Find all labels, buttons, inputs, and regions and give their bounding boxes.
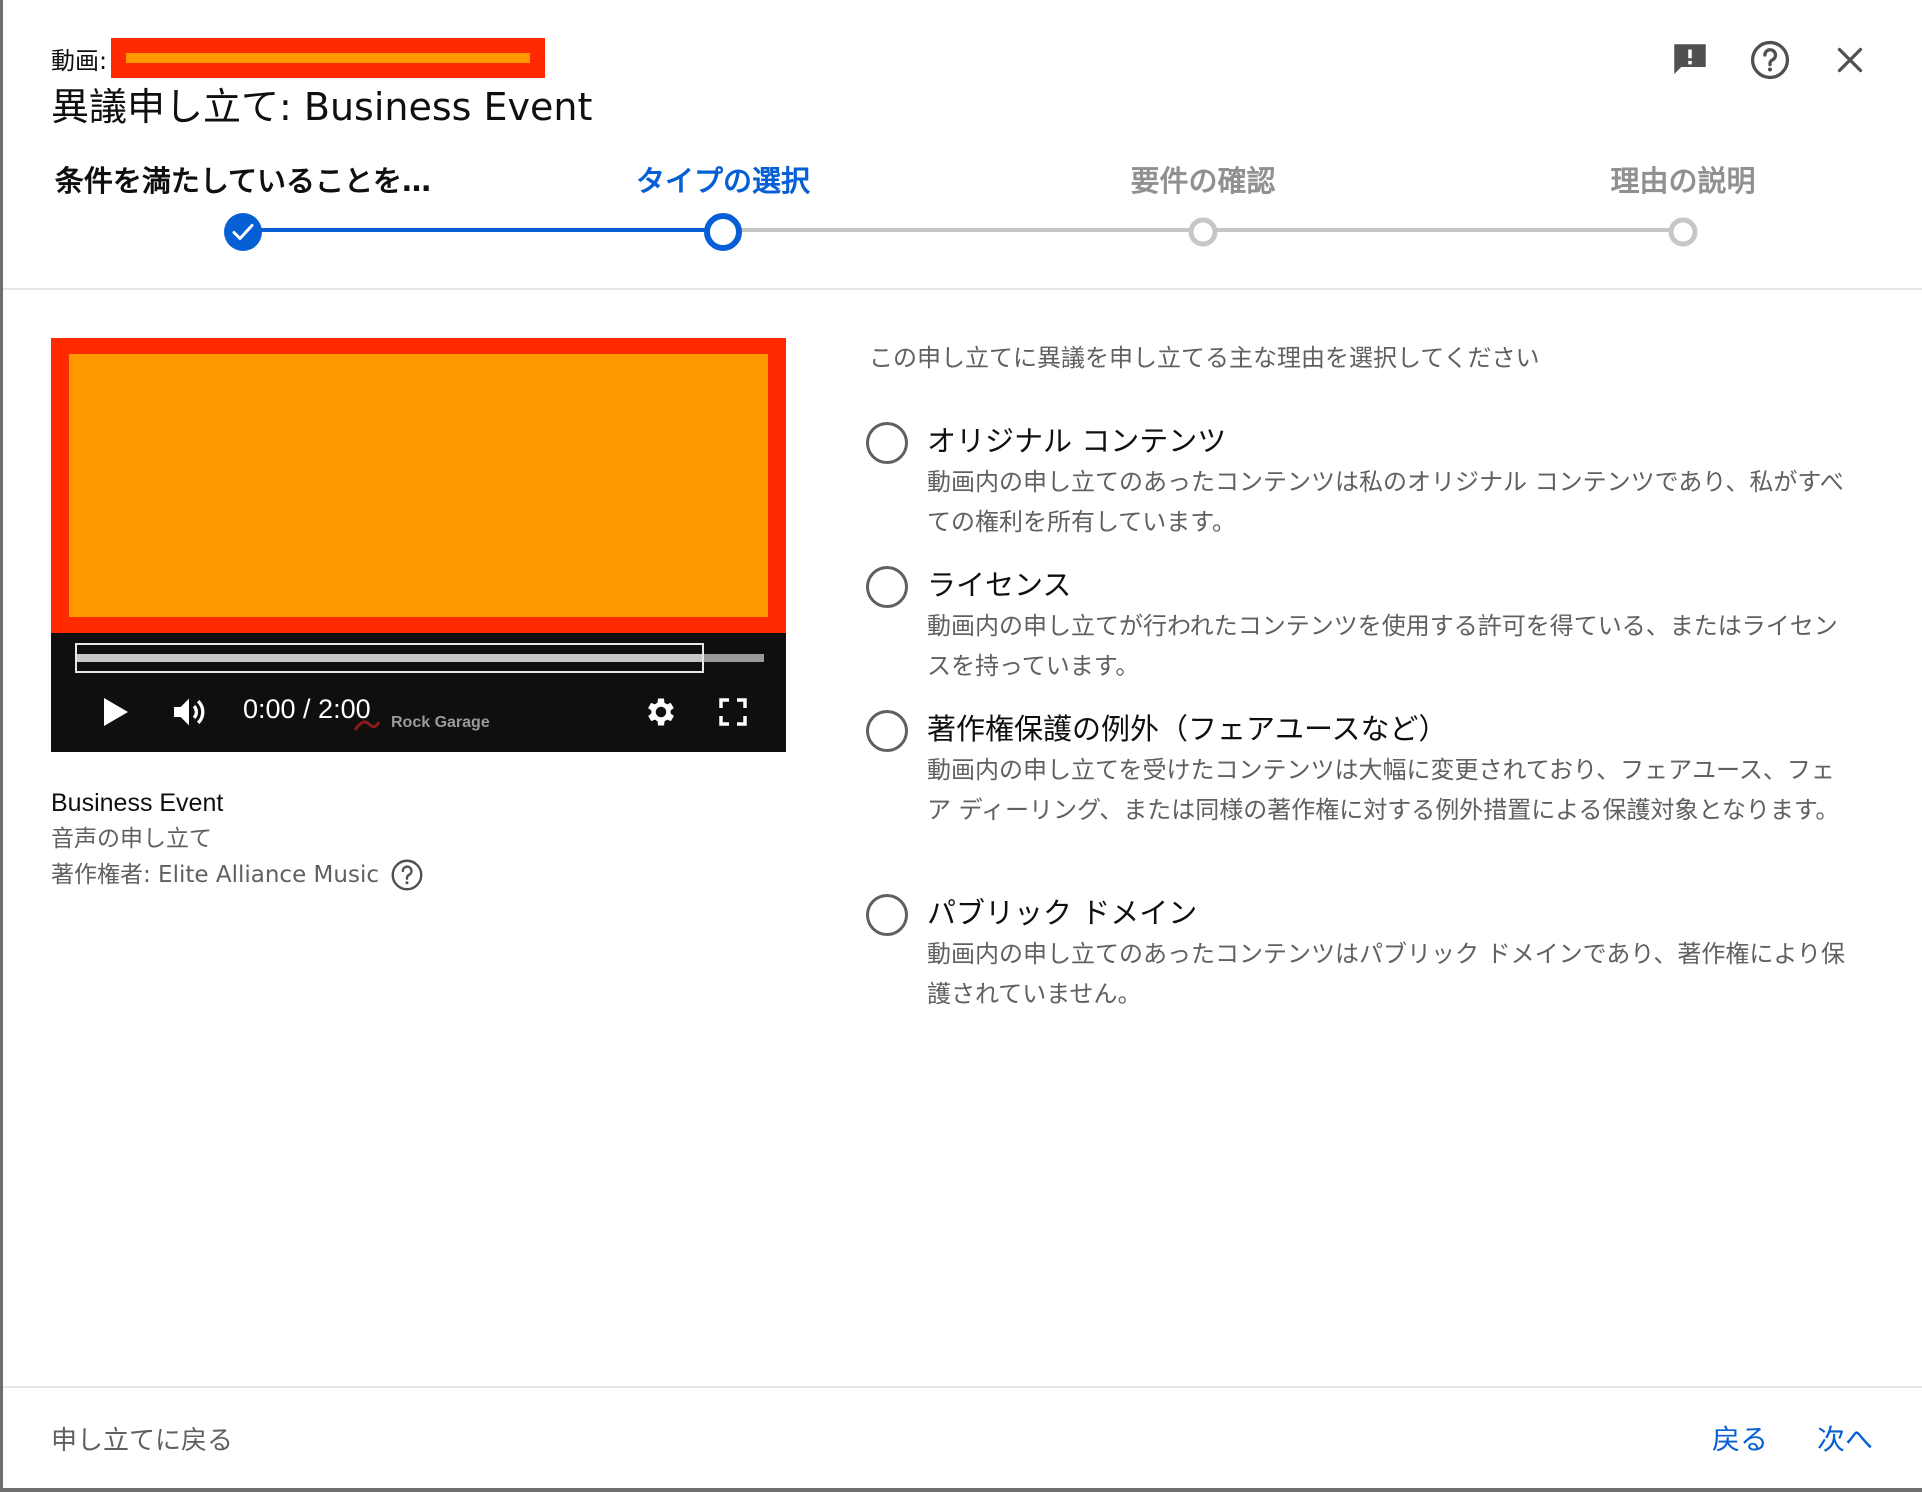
video-player[interactable]: 0:00 / 2:00 Rock Garage: [51, 338, 786, 752]
step-label-requirements: 条件を満たしていることを…: [54, 164, 432, 198]
channel-watermark: Rock Garage: [391, 714, 490, 731]
radio-button[interactable]: [866, 566, 908, 608]
progress-stepper: 条件を満たしていることを… タイプの選択 要件の確認 理由の説明: [0, 150, 1922, 260]
step-complete-check-icon: [223, 212, 263, 256]
radio-button[interactable]: [866, 710, 908, 752]
footer-divider: [3, 1386, 1922, 1388]
option-title[interactable]: パブリック ドメイン: [927, 890, 1197, 932]
copyright-owner-row: 著作権者: Elite Alliance Music: [51, 857, 425, 893]
option-description: 動画内の申し立てを受けたコンテンツは大幅に変更されており、フェアユース、フェア …: [927, 756, 1840, 824]
step-current-indicator: [703, 212, 743, 256]
redacted-video-frame: [51, 338, 786, 633]
step-label-explain-reason: 理由の説明: [1610, 164, 1756, 198]
header-divider: [3, 288, 1922, 290]
option-description: 動画内の申し立てのあったコンテンツはパブリック ドメインであり、著作権により保護…: [927, 940, 1845, 1008]
option-description: 動画内の申し立てが行われたコンテンツを使用する許可を得ている、またはライセンスを…: [927, 612, 1838, 680]
next-button[interactable]: 次へ: [1817, 1418, 1873, 1458]
option-title[interactable]: オリジナル コンテンツ: [927, 418, 1226, 460]
feedback-icon[interactable]: [1668, 38, 1712, 82]
help-icon[interactable]: [1748, 38, 1792, 82]
volume-icon[interactable]: [165, 688, 213, 736]
radio-button[interactable]: [866, 894, 908, 936]
step-pending-indicator: [1187, 216, 1219, 252]
option-title[interactable]: ライセンス: [927, 562, 1071, 604]
step-label-confirm-requirements: 要件の確認: [1130, 164, 1276, 198]
window-bottom-edge: [0, 1488, 1922, 1492]
copyright-owner: 著作権者: Elite Alliance Music: [51, 862, 379, 888]
radio-button[interactable]: [866, 422, 908, 464]
watermark-logo-icon: [353, 716, 381, 734]
video-info-title: Business Event: [51, 789, 224, 817]
step-label-select-type: タイプの選択: [635, 164, 811, 198]
back-to-claims-link[interactable]: 申し立てに戻る: [51, 1420, 233, 1457]
video-info: Business Event 音声の申し立て 著作権者: Elite Allia…: [51, 785, 425, 893]
option-title[interactable]: 著作権保護の例外（フェアユースなど）: [927, 706, 1448, 748]
video-name-line: 動画:: [51, 38, 546, 78]
progress-highlight: [75, 643, 704, 673]
close-icon[interactable]: [1828, 38, 1872, 82]
claim-type: 音声の申し立て: [51, 826, 212, 852]
stepper-line-complete: [243, 228, 723, 232]
fullscreen-icon[interactable]: [709, 688, 757, 736]
step-pending-indicator: [1667, 216, 1699, 252]
help-icon[interactable]: [389, 857, 425, 893]
back-button[interactable]: 戻る: [1712, 1418, 1768, 1458]
time-display: 0:00 / 2:00: [243, 694, 371, 724]
settings-icon[interactable]: [637, 688, 685, 736]
redacted-video-name: [111, 38, 546, 78]
dialog-title: 異議申し立て: Business Event: [51, 85, 593, 129]
dispute-reason-prompt: この申し立てに異議を申し立てる主な理由を選択してください: [869, 344, 1540, 372]
option-description: 動画内の申し立てのあったコンテンツは私のオリジナル コンテンツであり、私がすべて…: [927, 468, 1844, 536]
header-actions: [1668, 38, 1872, 82]
video-prefix: 動画:: [51, 46, 108, 75]
play-icon[interactable]: [91, 688, 139, 736]
